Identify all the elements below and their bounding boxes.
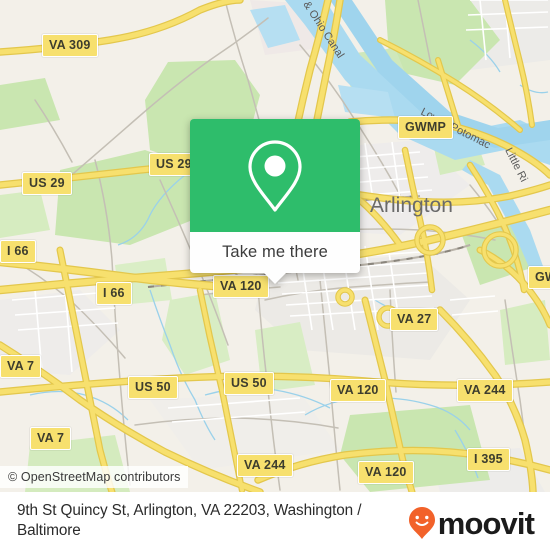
caption-bar: 9th St Quincy St, Arlington, VA 22203, W… — [0, 492, 550, 550]
road-shield: I 395 — [467, 448, 510, 471]
popup-icon-area — [190, 119, 360, 232]
road-shield: US 29 — [22, 172, 72, 195]
moovit-wordmark: moovit — [437, 505, 535, 541]
road-shield: VA 120 — [213, 275, 269, 298]
take-me-there-label: Take me there — [222, 243, 328, 261]
road-shield: VA 120 — [330, 379, 386, 402]
address-caption: 9th St Quincy St, Arlington, VA 22203, W… — [17, 502, 362, 540]
city-label-arlington: Arlington — [370, 194, 453, 217]
map-pin-icon — [248, 139, 302, 212]
road-shield: GWMP — [398, 116, 454, 139]
map-screenshot: & Ohio Canal Lower Potomac Little Ri Arl… — [0, 0, 550, 550]
road-shield: VA 7 — [0, 355, 42, 378]
road-shield: US 50 — [128, 376, 178, 399]
road-shield: I 66 — [96, 282, 132, 305]
road-shield: VA 309 — [42, 34, 98, 57]
road-shield: I 66 — [0, 240, 36, 263]
road-shield: VA 7 — [30, 427, 72, 450]
road-shield: GW — [528, 266, 550, 289]
moovit-logo: moovit — [407, 505, 535, 541]
road-shield: VA 244 — [237, 454, 293, 477]
road-shield: VA 27 — [390, 308, 439, 331]
take-me-there-button[interactable]: Take me there — [190, 232, 360, 273]
location-popup[interactable]: Take me there — [190, 119, 360, 284]
osm-attribution: © OpenStreetMap contributors — [0, 466, 188, 488]
road-shield: VA 120 — [358, 461, 414, 484]
popup-tail — [264, 273, 286, 284]
road-shield: VA 244 — [457, 379, 513, 402]
moovit-pin-icon — [408, 507, 435, 539]
road-shield: US 50 — [224, 372, 274, 395]
